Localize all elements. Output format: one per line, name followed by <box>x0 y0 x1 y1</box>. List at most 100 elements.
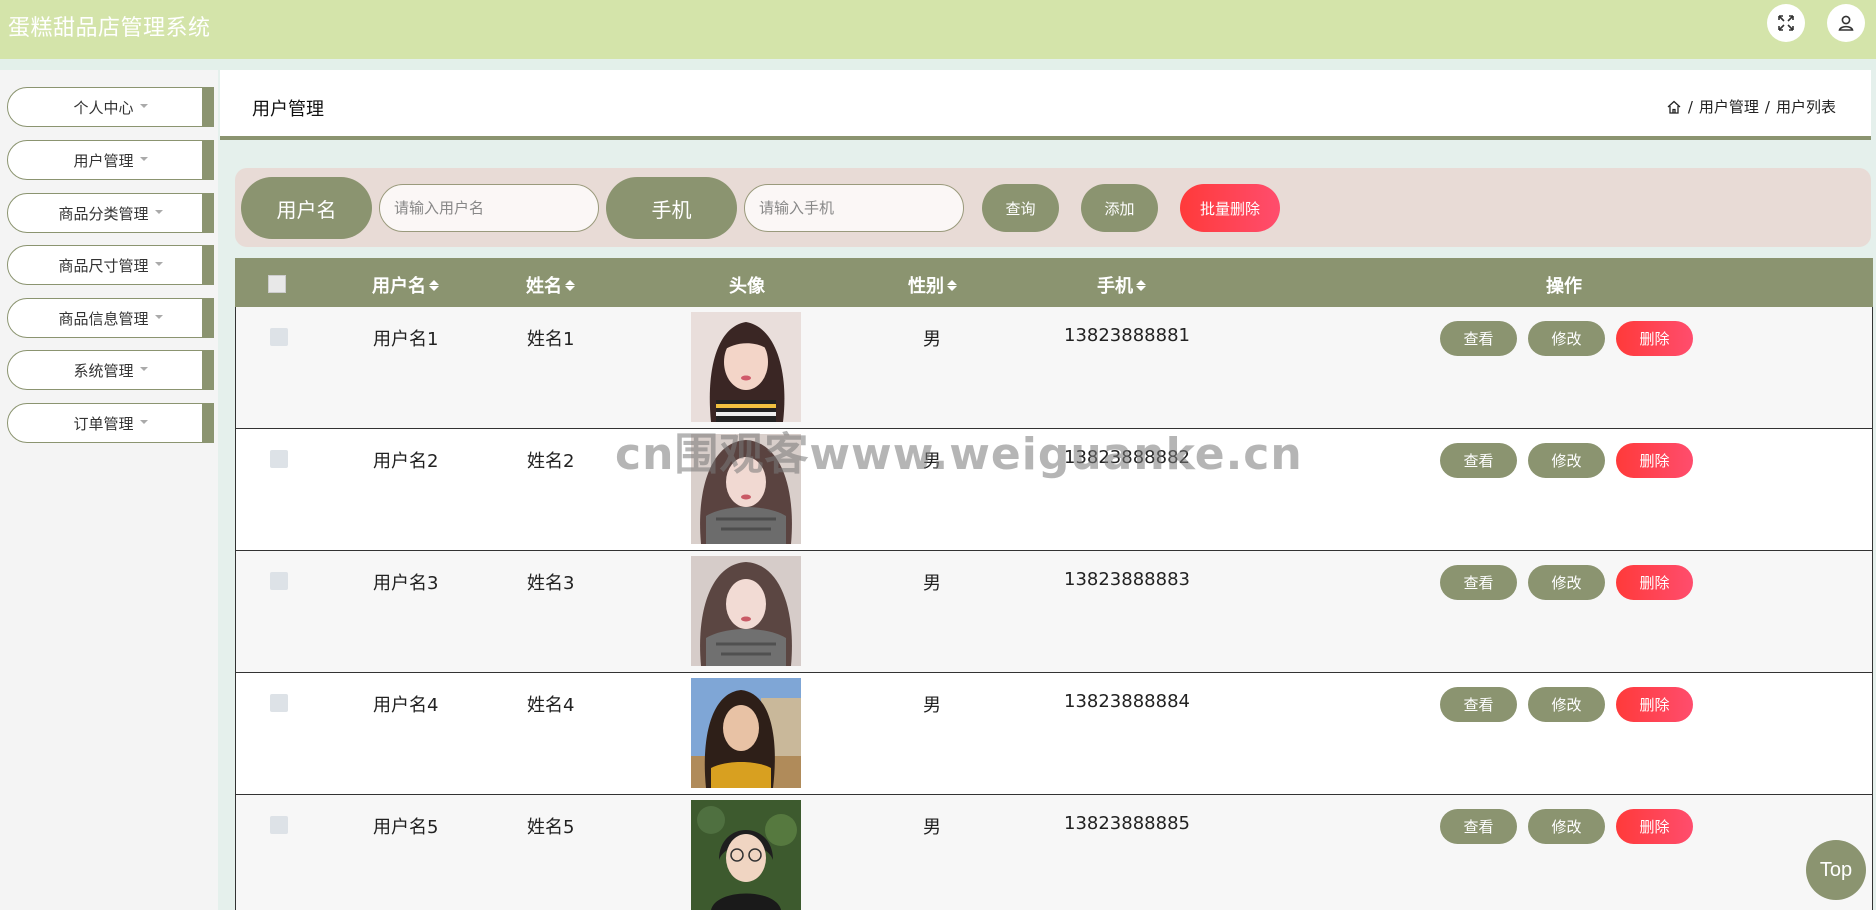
edit-button[interactable]: 修改 <box>1528 687 1605 722</box>
row-checkbox[interactable] <box>270 816 288 834</box>
sort-icon[interactable] <box>565 279 575 291</box>
user-menu-button[interactable] <box>1827 4 1865 42</box>
cell-name: 姓名3 <box>527 573 575 594</box>
view-button[interactable]: 查看 <box>1440 565 1517 600</box>
header-gender[interactable]: 性别 <box>908 272 957 298</box>
edit-button[interactable]: 修改 <box>1528 321 1605 356</box>
edit-button[interactable]: 修改 <box>1528 809 1605 844</box>
sidebar-item-size-management[interactable]: 商品尺寸管理 <box>7 245 214 285</box>
table-row: 用户名1 姓名1 男 13823888881 查看 修改 删除 <box>235 307 1873 429</box>
row-checkbox[interactable] <box>270 572 288 590</box>
sidebar-item-product-management[interactable]: 商品信息管理 <box>7 298 214 338</box>
caret-down-icon <box>154 210 163 214</box>
header-actions: 操作 <box>1546 276 1582 297</box>
cell-username: 用户名3 <box>373 573 439 594</box>
header-divider <box>0 59 1876 70</box>
table-header: 用户名 姓名 头像 性别 手机 操作 <box>235 258 1873 307</box>
table-row: 用户名2 姓名2 男 13823888882 查看 修改 删除 <box>235 429 1873 551</box>
cell-gender: 男 <box>923 695 941 716</box>
cell-username: 用户名4 <box>373 695 439 716</box>
user-icon <box>1838 15 1854 31</box>
sidebar-item-label: 系统管理 <box>73 361 134 380</box>
breadcrumb-separator: / <box>1764 97 1770 116</box>
add-button[interactable]: 添加 <box>1081 184 1158 232</box>
delete-button[interactable]: 删除 <box>1616 809 1693 844</box>
sidebar-item-label: 订单管理 <box>73 414 134 433</box>
view-button[interactable]: 查看 <box>1440 443 1517 478</box>
username-label: 用户名 <box>241 177 372 239</box>
header-phone[interactable]: 手机 <box>1097 272 1146 298</box>
sidebar-item-user-management[interactable]: 用户管理 <box>7 140 214 180</box>
avatar-image <box>691 434 801 544</box>
header-avatar: 头像 <box>729 276 765 297</box>
header-username-label: 用户名 <box>372 276 426 297</box>
query-button[interactable]: 查询 <box>982 184 1059 232</box>
sidebar-item-accent <box>202 299 213 337</box>
cell-username: 用户名2 <box>373 451 439 472</box>
cell-gender: 男 <box>923 573 941 594</box>
caret-down-icon <box>139 104 148 108</box>
view-button[interactable]: 查看 <box>1440 809 1517 844</box>
cell-name: 姓名1 <box>527 329 575 350</box>
sort-icon[interactable] <box>429 279 439 291</box>
sidebar-item-order-management[interactable]: 订单管理 <box>7 403 214 443</box>
header-name-label: 姓名 <box>526 276 562 297</box>
avatar-image <box>691 312 801 422</box>
row-checkbox[interactable] <box>270 694 288 712</box>
edit-button[interactable]: 修改 <box>1528 565 1605 600</box>
batch-delete-button[interactable]: 批量删除 <box>1180 184 1280 232</box>
home-icon[interactable] <box>1666 99 1682 115</box>
cell-name: 姓名2 <box>527 451 575 472</box>
caret-down-icon <box>139 420 148 424</box>
fullscreen-button[interactable] <box>1767 4 1805 42</box>
cell-gender: 男 <box>923 329 941 350</box>
cell-phone: 13823888881 <box>1064 325 1190 346</box>
cell-gender: 男 <box>923 451 941 472</box>
phone-search-input[interactable] <box>744 184 964 232</box>
phone-label: 手机 <box>606 177 737 239</box>
sidebar-item-system-management[interactable]: 系统管理 <box>7 350 214 390</box>
cell-phone: 13823888885 <box>1064 813 1190 834</box>
sidebar-item-label: 用户管理 <box>73 151 134 170</box>
cell-name: 姓名5 <box>527 817 575 838</box>
delete-button[interactable]: 删除 <box>1616 687 1693 722</box>
sidebar-item-personal-center[interactable]: 个人中心 <box>7 87 214 127</box>
delete-button[interactable]: 删除 <box>1616 321 1693 356</box>
sidebar-item-label: 商品分类管理 <box>58 204 149 223</box>
sidebar-item-accent <box>202 88 213 126</box>
expand-icon <box>1778 15 1794 31</box>
back-to-top-button[interactable]: Top <box>1806 840 1866 900</box>
sidebar-item-accent <box>202 404 213 442</box>
cell-name: 姓名4 <box>527 695 575 716</box>
row-checkbox[interactable] <box>270 328 288 346</box>
cell-gender: 男 <box>923 817 941 838</box>
table-row: 用户名3 姓名3 男 13823888883 查看 修改 删除 <box>235 551 1873 673</box>
view-button[interactable]: 查看 <box>1440 321 1517 356</box>
edit-button[interactable]: 修改 <box>1528 443 1605 478</box>
breadcrumb-level1[interactable]: 用户管理 <box>1699 96 1759 117</box>
table-row: 用户名5 姓名5 男 13823888885 查看 修改 删除 <box>235 795 1873 910</box>
top-header: 蛋糕甜品店管理系统 <box>0 0 1876 59</box>
sort-icon[interactable] <box>947 279 957 291</box>
view-button[interactable]: 查看 <box>1440 687 1517 722</box>
page-title: 用户管理 <box>252 99 324 120</box>
sidebar-item-accent <box>202 351 213 389</box>
header-gender-label: 性别 <box>908 276 944 297</box>
caret-down-icon <box>154 315 163 319</box>
cell-username: 用户名5 <box>373 817 439 838</box>
row-checkbox[interactable] <box>270 450 288 468</box>
sort-icon[interactable] <box>1136 279 1146 291</box>
delete-button[interactable]: 删除 <box>1616 443 1693 478</box>
sidebar-item-label: 商品信息管理 <box>58 309 149 328</box>
select-all-checkbox[interactable] <box>268 275 286 293</box>
header-name[interactable]: 姓名 <box>526 272 575 298</box>
page-header: 用户管理 / 用户管理 / 用户列表 <box>220 70 1871 140</box>
search-bar: 用户名 手机 查询 添加 批量删除 <box>235 168 1871 247</box>
app-title: 蛋糕甜品店管理系统 <box>8 16 211 41</box>
avatar-image <box>691 800 801 910</box>
caret-down-icon <box>154 262 163 266</box>
header-username[interactable]: 用户名 <box>372 272 439 298</box>
delete-button[interactable]: 删除 <box>1616 565 1693 600</box>
sidebar-item-category-management[interactable]: 商品分类管理 <box>7 193 214 233</box>
username-search-input[interactable] <box>379 184 599 232</box>
